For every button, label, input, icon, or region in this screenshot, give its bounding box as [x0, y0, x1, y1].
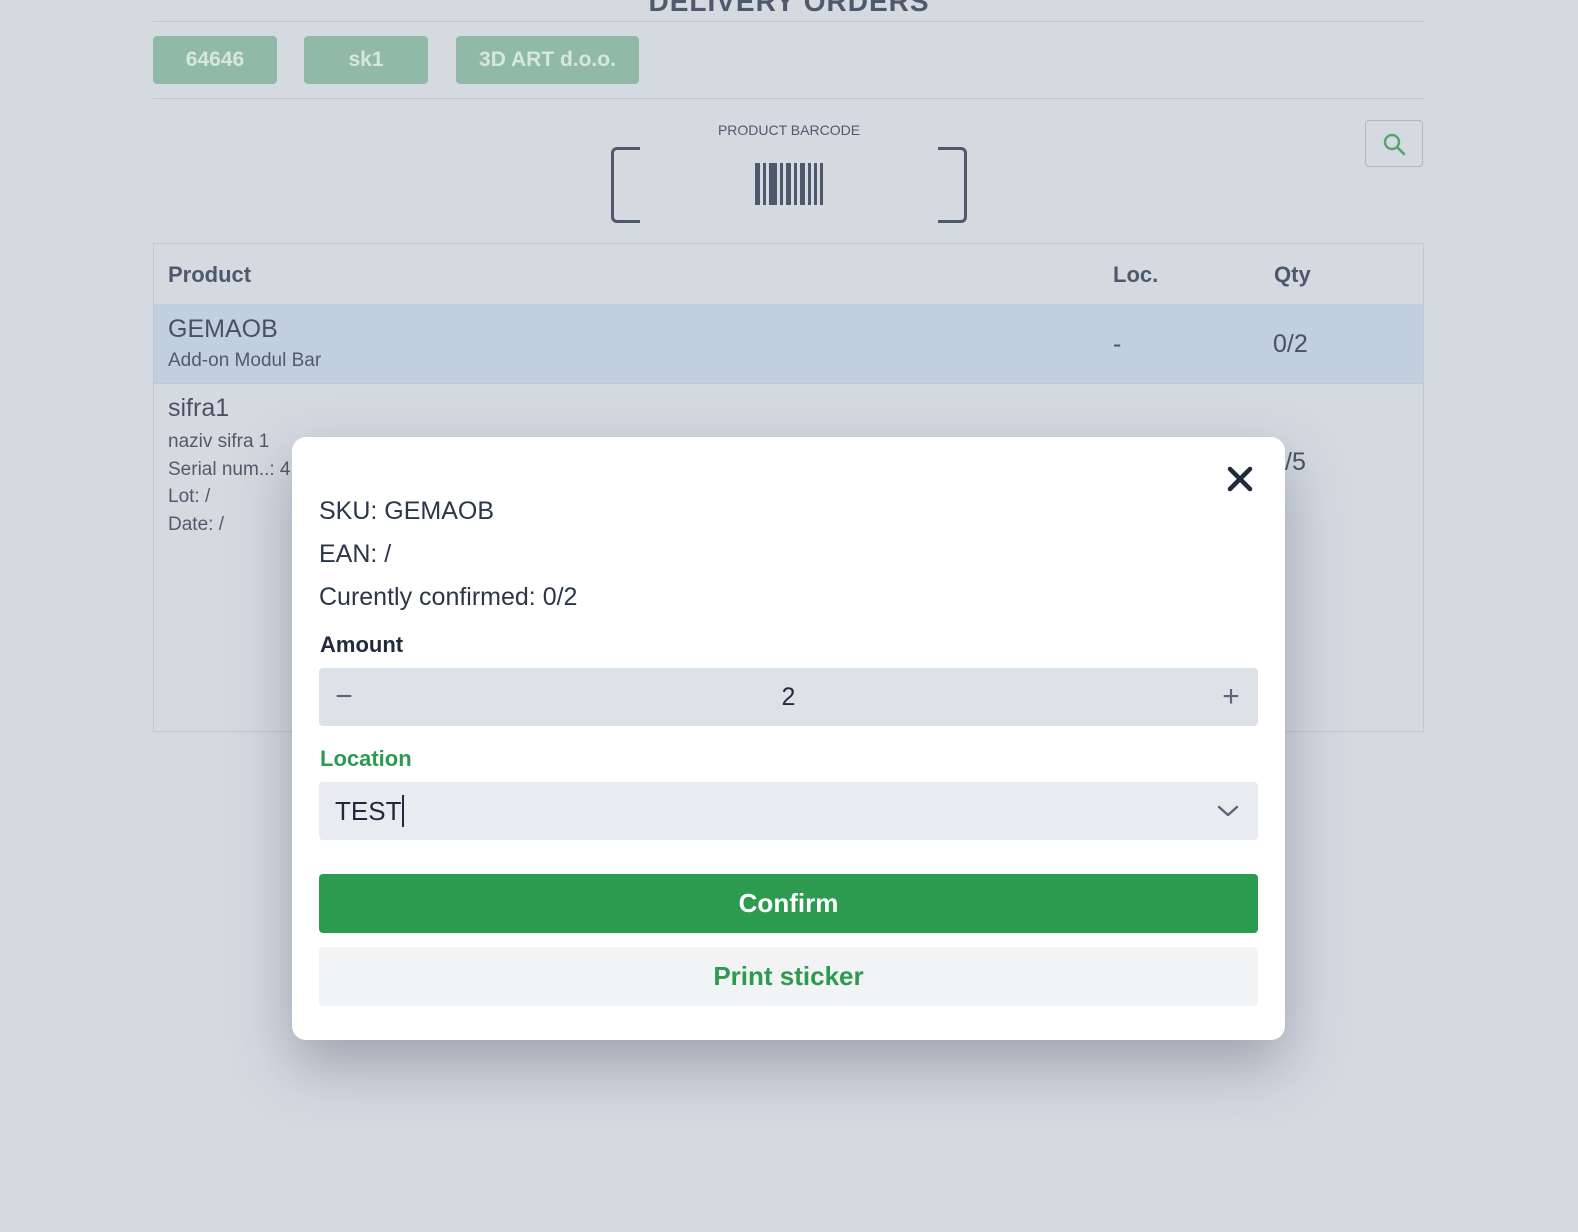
- location-label: Location: [320, 746, 412, 771]
- location-value-text: TEST: [335, 796, 402, 826]
- print-sticker-button[interactable]: Print sticker: [319, 947, 1258, 1006]
- amount-value[interactable]: 2: [369, 668, 1208, 726]
- confirm-product-modal: SKU: GEMAOB EAN: / Curently confirmed: 0…: [292, 437, 1285, 1040]
- modal-confirmed-count: Curently confirmed: 0/2: [319, 583, 578, 611]
- confirm-button[interactable]: Confirm: [319, 874, 1258, 933]
- close-button[interactable]: [1222, 461, 1258, 497]
- modal-ean: EAN: /: [319, 540, 392, 568]
- location-select[interactable]: TEST: [319, 782, 1258, 840]
- amount-stepper[interactable]: − 2 +: [319, 668, 1258, 726]
- decrement-button[interactable]: −: [319, 668, 369, 726]
- amount-label: Amount: [320, 632, 404, 657]
- modal-sku: SKU: GEMAOB: [319, 497, 495, 525]
- close-icon: [1227, 466, 1253, 492]
- text-cursor: [402, 795, 405, 828]
- increment-button[interactable]: +: [1206, 668, 1256, 726]
- location-value[interactable]: TEST: [335, 782, 405, 840]
- chevron-down-icon[interactable]: [1216, 801, 1240, 821]
